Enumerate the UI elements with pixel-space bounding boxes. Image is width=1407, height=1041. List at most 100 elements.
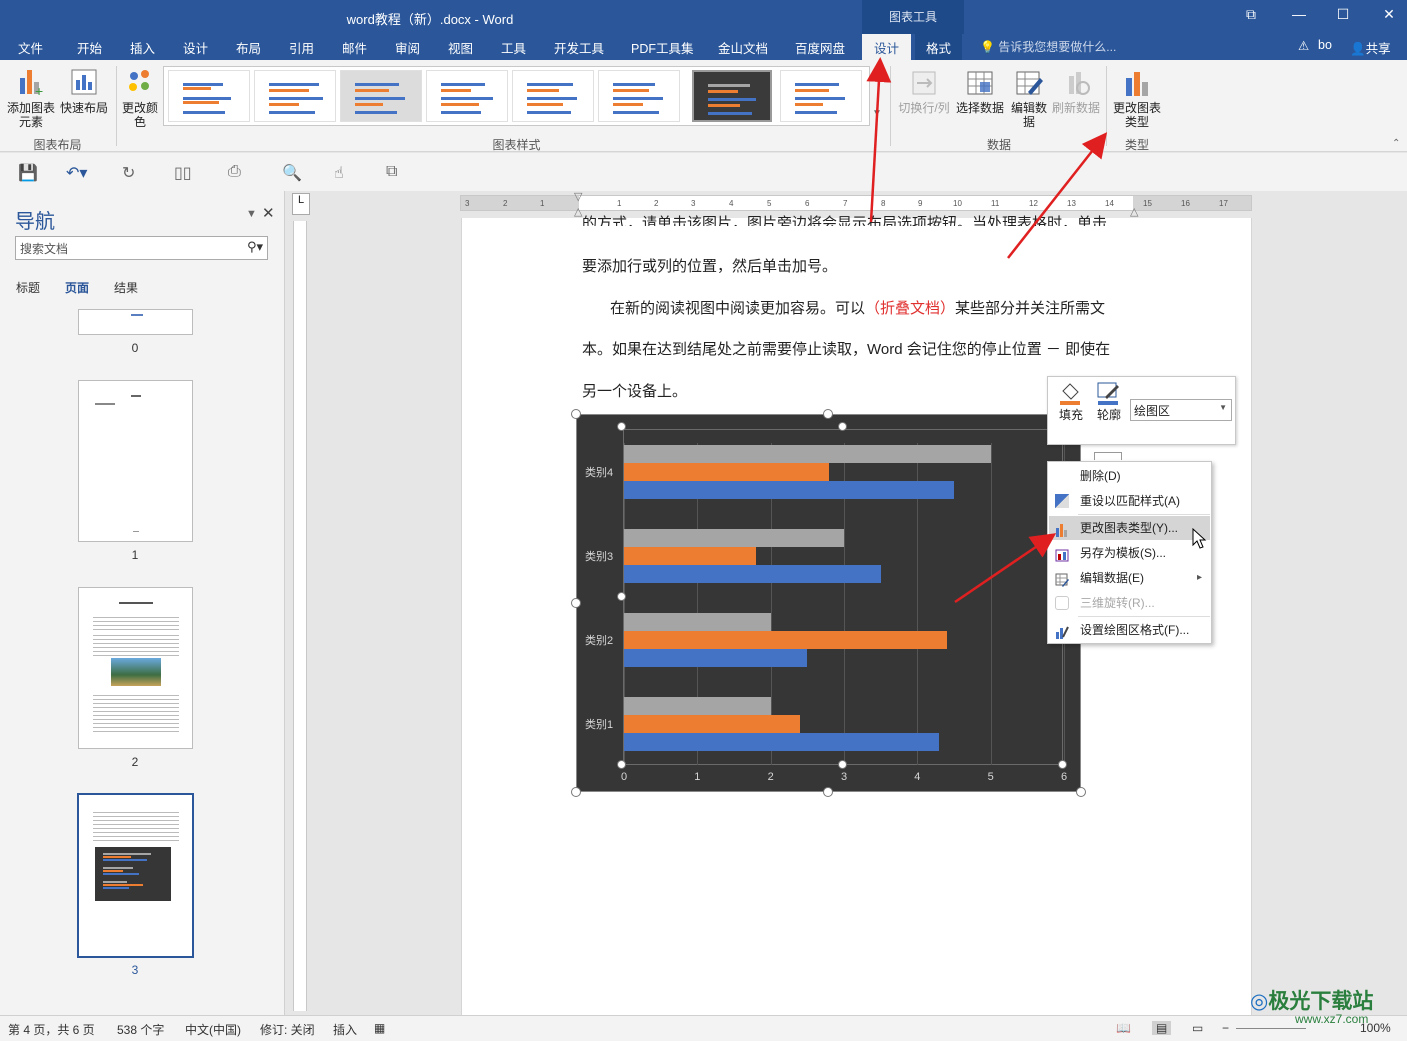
tab-design[interactable]: 设计 bbox=[183, 38, 208, 57]
chart-bar[interactable] bbox=[624, 565, 881, 583]
tab-baidu[interactable]: 百度网盘 bbox=[795, 38, 845, 57]
user-name[interactable]: bo bbox=[1318, 38, 1332, 52]
nav-close-icon[interactable]: ✕ bbox=[262, 204, 275, 222]
add-chart-element-button[interactable]: + 添加图表元素 bbox=[4, 66, 58, 129]
resize-handle[interactable] bbox=[823, 409, 833, 419]
first-line-indent-icon[interactable]: ▽ bbox=[574, 190, 582, 203]
tab-selector-icon[interactable]: L bbox=[292, 193, 310, 215]
chart-style-8[interactable] bbox=[780, 70, 862, 122]
nav-tab-headings[interactable]: 标题 bbox=[16, 279, 40, 296]
plot-area-handle[interactable] bbox=[617, 592, 626, 601]
menu-save-as-template[interactable]: 另存为模板(S)... bbox=[1049, 541, 1210, 565]
close-button[interactable]: ✕ bbox=[1366, 6, 1407, 23]
nav-tab-pages[interactable]: 页面 bbox=[65, 279, 89, 296]
tab-pdf[interactable]: PDF工具集 bbox=[631, 38, 694, 57]
word-count[interactable]: 538 个字 bbox=[117, 1021, 164, 1038]
touch-mode-icon[interactable]: ☝ bbox=[334, 163, 344, 183]
tab-mailings[interactable]: 邮件 bbox=[342, 38, 367, 57]
print-preview-icon[interactable]: 🔍 bbox=[282, 163, 302, 183]
chart-style-5[interactable] bbox=[512, 70, 594, 122]
chart-element-dropdown[interactable]: 绘图区 ▼ bbox=[1130, 399, 1232, 421]
chart-style-1[interactable] bbox=[168, 70, 250, 122]
right-indent-icon[interactable]: △ bbox=[1130, 205, 1138, 218]
zoom-slider[interactable] bbox=[1236, 1028, 1306, 1029]
chart-style-6[interactable] bbox=[598, 70, 680, 122]
save-icon[interactable]: 💾 bbox=[18, 163, 38, 183]
edit-data-button[interactable]: 编辑数据 bbox=[1008, 68, 1050, 129]
tab-insert[interactable]: 插入 bbox=[130, 38, 155, 57]
resize-handle[interactable] bbox=[571, 409, 581, 419]
menu-edit-data[interactable]: 编辑数据(E) ▸ bbox=[1049, 566, 1210, 590]
print-layout-icon[interactable]: ▤ bbox=[1152, 1021, 1172, 1035]
chart-style-3[interactable] bbox=[340, 70, 422, 122]
chart-bar[interactable] bbox=[624, 529, 844, 547]
tell-me-box[interactable]: 💡 告诉我您想要做什么... bbox=[980, 38, 1116, 55]
page-thumbnail-2[interactable] bbox=[78, 587, 193, 749]
zoom-out-icon[interactable]: − bbox=[1222, 1021, 1229, 1035]
chart-bar[interactable] bbox=[624, 613, 771, 631]
chart-bar[interactable] bbox=[624, 733, 940, 751]
page-thumbnail-0[interactable] bbox=[78, 309, 193, 335]
page-thumbnail-3-selected[interactable] bbox=[77, 793, 194, 958]
chart-styles-gallery[interactable] bbox=[163, 66, 870, 126]
chart-bar[interactable] bbox=[624, 649, 808, 667]
macro-icon[interactable]: ▦ bbox=[374, 1021, 385, 1035]
tab-view[interactable]: 视图 bbox=[448, 38, 473, 57]
chart-style-7-selected[interactable] bbox=[692, 70, 772, 122]
insert-mode[interactable]: 插入 bbox=[333, 1021, 357, 1038]
refresh-data-button[interactable]: 刷新数据 bbox=[1050, 68, 1102, 115]
chart-style-4[interactable] bbox=[426, 70, 508, 122]
chart-elements-button[interactable] bbox=[1094, 452, 1122, 460]
menu-3d-rotation[interactable]: 三维旋转(R)... bbox=[1049, 591, 1210, 615]
tab-kdocs[interactable]: 金山文档 bbox=[718, 38, 768, 57]
tab-chart-design[interactable]: 设计 bbox=[862, 34, 912, 60]
plot-area-handle[interactable] bbox=[617, 422, 626, 431]
plot-area-handle[interactable] bbox=[1058, 760, 1067, 769]
select-data-button[interactable]: 选择数据 bbox=[954, 68, 1006, 115]
resize-handle[interactable] bbox=[571, 787, 581, 797]
share-button[interactable]: 👤共享 bbox=[1350, 38, 1391, 57]
gallery-scroll-up-icon[interactable]: ▲ bbox=[872, 68, 882, 79]
plot-area-handle[interactable] bbox=[617, 760, 626, 769]
menu-change-chart-type[interactable]: 更改图表类型(Y)... bbox=[1049, 516, 1210, 540]
plot-area-handle[interactable] bbox=[838, 422, 847, 431]
page-thumbnail-1[interactable] bbox=[78, 380, 193, 542]
menu-delete[interactable]: 删除(D) bbox=[1049, 464, 1210, 488]
quick-layout-button[interactable]: 快速布局 bbox=[58, 66, 110, 115]
minimize-button[interactable]: — bbox=[1276, 6, 1322, 22]
maximize-button[interactable]: ☐ bbox=[1320, 6, 1366, 23]
two-page-icon[interactable]: ▯▯ bbox=[174, 163, 192, 183]
chart-bar[interactable] bbox=[624, 463, 830, 481]
menu-reset-style[interactable]: 重设以匹配样式(A) bbox=[1049, 489, 1210, 513]
language[interactable]: 中文(中国) bbox=[185, 1021, 241, 1038]
redo-icon[interactable]: ↻ bbox=[122, 163, 135, 183]
change-colors-button[interactable]: 更改颜色 bbox=[120, 66, 160, 129]
page-count[interactable]: 第 4 页，共 6 页 bbox=[8, 1021, 95, 1038]
nav-tab-results[interactable]: 结果 bbox=[114, 279, 138, 296]
tab-references[interactable]: 引用 bbox=[289, 38, 314, 57]
tab-developer[interactable]: 开发工具 bbox=[554, 38, 604, 57]
warning-icon[interactable]: ⚠ bbox=[1298, 38, 1309, 53]
chart-bar[interactable] bbox=[624, 631, 947, 649]
chart-bar[interactable] bbox=[624, 445, 991, 463]
resize-handle[interactable] bbox=[1076, 787, 1086, 797]
chart-bar[interactable] bbox=[624, 481, 954, 499]
outline-button[interactable]: 轮廓 bbox=[1092, 381, 1126, 422]
print-icon[interactable]: ⎙ bbox=[228, 163, 241, 181]
menu-format-plot-area[interactable]: 设置绘图区格式(F)... bbox=[1049, 618, 1210, 642]
plot-area-handle[interactable] bbox=[838, 760, 847, 769]
tab-file[interactable]: 文件 bbox=[18, 38, 43, 57]
web-layout-icon[interactable]: ▭ bbox=[1192, 1021, 1203, 1035]
tab-home[interactable]: 开始 bbox=[77, 38, 102, 57]
gallery-more-icon[interactable]: ▼ bbox=[872, 108, 882, 119]
resize-handle[interactable] bbox=[571, 598, 581, 608]
tab-tools[interactable]: 工具 bbox=[501, 38, 526, 57]
window-icon[interactable]: ⧉ bbox=[386, 163, 397, 181]
switch-row-column-button[interactable]: 切换行/列 bbox=[896, 68, 952, 115]
tab-review[interactable]: 审阅 bbox=[395, 38, 420, 57]
ribbon-display-icon[interactable]: ⧉ bbox=[1228, 6, 1274, 23]
tab-chart-format[interactable]: 格式 bbox=[915, 34, 963, 60]
undo-icon[interactable]: ↶▾ bbox=[66, 163, 87, 183]
chart-style-2[interactable] bbox=[254, 70, 336, 122]
collapse-ribbon-icon[interactable]: ⌃ bbox=[1392, 138, 1400, 149]
